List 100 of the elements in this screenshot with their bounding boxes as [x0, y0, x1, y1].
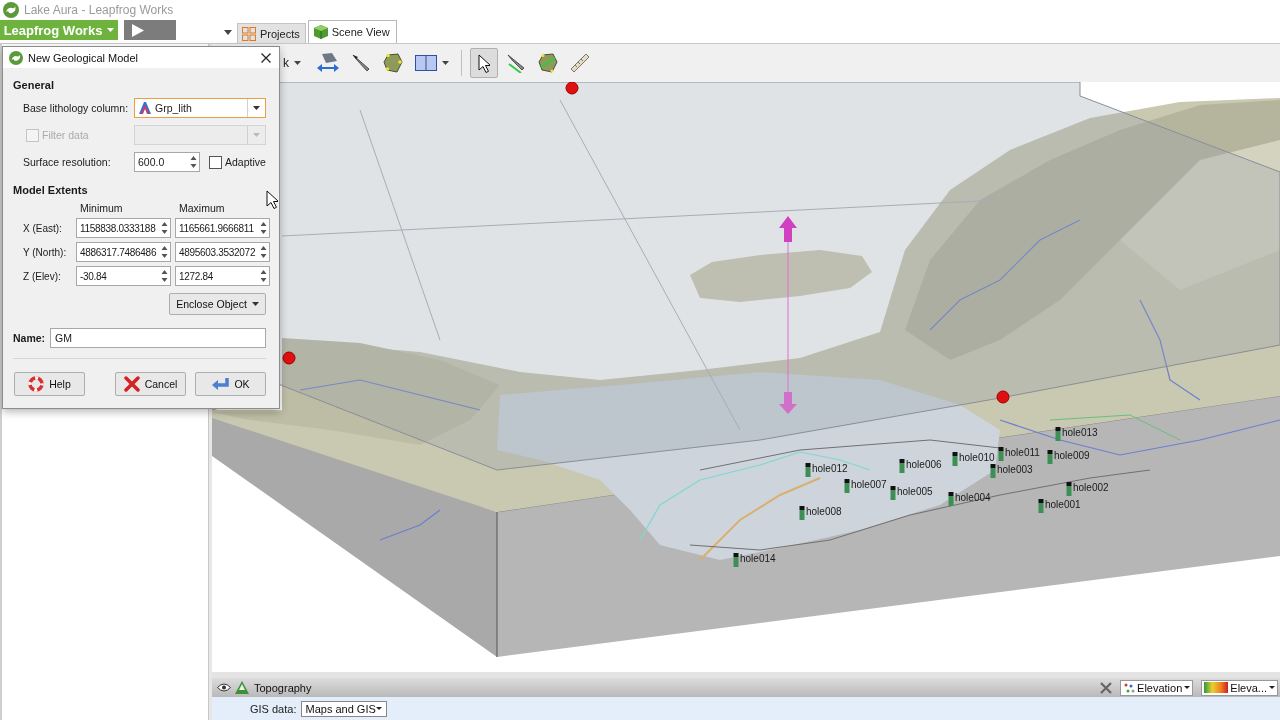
polygon-line-icon	[538, 53, 558, 73]
sphere-handle-icon[interactable]	[282, 351, 296, 365]
drillhole-label: hole006	[906, 459, 942, 470]
lithology-icon	[138, 101, 152, 115]
drillhole-icon	[899, 459, 905, 473]
drillhole-label: hole010	[959, 452, 995, 463]
drillhole-label: hole009	[1054, 450, 1090, 461]
return-arrow-icon	[211, 376, 230, 392]
drillhole-label: hole001	[1045, 499, 1081, 510]
tab[interactable]: Projects	[237, 23, 306, 43]
drillhole-icon	[1066, 482, 1072, 496]
drillhole-label: hole002	[1073, 482, 1109, 493]
display-dropdown[interactable]: Elevation	[1120, 679, 1194, 696]
caret-icon	[294, 61, 301, 65]
field-label: Z (Elev):	[23, 270, 62, 282]
drillhole-label: hole008	[806, 506, 842, 517]
caret-icon	[253, 133, 260, 137]
caret-icon	[251, 302, 259, 306]
drillhole-icon	[890, 486, 896, 500]
ruler-icon	[570, 53, 590, 73]
number-field[interactable]: 1158838.0333188	[76, 218, 171, 238]
layer-name: Topography	[254, 681, 312, 694]
tab[interactable]: Scene View	[307, 20, 397, 43]
drillhole-label: hole007	[851, 479, 887, 490]
section-heading: Model Extents	[13, 183, 89, 197]
drillhole-label: hole011	[1005, 447, 1040, 458]
drillhole-icon	[1055, 427, 1061, 441]
caret-icon	[107, 28, 115, 32]
dialog-button[interactable]: Help	[14, 372, 85, 396]
view-menu-button[interactable]: k	[281, 51, 303, 75]
play-icon	[132, 23, 144, 37]
close-icon[interactable]	[261, 52, 271, 63]
column-header: Maximum	[178, 202, 226, 214]
field-label: X (East):	[23, 222, 63, 234]
number-field[interactable]: -30.84	[76, 266, 171, 286]
section-heading: General	[13, 78, 55, 92]
enclose-object-button[interactable]: Enclose Object	[169, 293, 266, 315]
mountain-icon	[235, 681, 249, 694]
drillhole-label: hole012	[812, 463, 848, 474]
caret-icon	[253, 106, 260, 110]
split-view-icon	[415, 55, 437, 71]
checkbox-label: Adaptive	[225, 156, 266, 168]
tool-button[interactable]	[470, 48, 498, 78]
lithology-column-dropdown[interactable]: Grp_lith	[134, 98, 266, 118]
gis-data-label: GIS data:	[250, 702, 297, 715]
drillhole-icon	[990, 464, 996, 478]
field-label: Surface resolution:	[23, 156, 112, 168]
column-header: Minimum	[79, 202, 124, 214]
spin-arrows-icon[interactable]	[161, 268, 168, 284]
drillhole-icon	[1038, 499, 1044, 513]
eye-icon[interactable]	[217, 683, 231, 692]
name-field[interactable]: GM	[50, 328, 266, 348]
knife-icon	[351, 53, 371, 73]
caret-icon	[376, 707, 383, 710]
spin-arrows-icon[interactable]	[260, 244, 267, 260]
river-line	[379, 509, 441, 541]
color-ramp-icon	[1204, 682, 1229, 693]
grid-icon	[242, 26, 256, 41]
drillhole-icon	[805, 463, 811, 477]
slice-arrows-icon	[317, 53, 339, 73]
sphere-handle-icon[interactable]	[996, 390, 1010, 404]
spin-arrows-icon[interactable]	[161, 220, 168, 236]
drillhole-icon	[799, 506, 805, 520]
sphere-handle-icon[interactable]	[565, 82, 579, 95]
cube-icon	[313, 25, 328, 39]
caret-icon	[1184, 686, 1191, 689]
colormap-dropdown[interactable]: Eleva...	[1201, 679, 1278, 696]
number-field[interactable]: 4886317.7486486	[76, 242, 171, 262]
drillhole-label: hole003	[997, 464, 1033, 475]
window-title: Lake Aura - Leapfrog Works	[24, 3, 174, 17]
spin-arrows-icon[interactable]	[260, 268, 267, 284]
caret-icon[interactable]	[224, 30, 232, 35]
dialog-button[interactable]: Cancel	[115, 372, 186, 396]
dialog-button[interactable]: OK	[195, 372, 266, 396]
polygon-icon	[383, 53, 403, 73]
gis-data-select[interactable]: Maps and GIS	[301, 700, 388, 717]
checkbox-label: Filter data	[42, 129, 89, 141]
drillhole-icon	[733, 553, 739, 567]
spin-arrows-icon[interactable]	[260, 220, 267, 236]
drillhole-icon	[952, 452, 958, 466]
drillhole-label: hole005	[897, 486, 933, 497]
adaptive-checkbox[interactable]	[209, 155, 222, 169]
resolution-field[interactable]: 600.0	[134, 152, 200, 172]
height-arrow-handle[interactable]	[779, 216, 797, 414]
mouse-cursor-icon	[266, 190, 278, 209]
number-field[interactable]: 4895603.3532072	[175, 242, 270, 262]
points-icon	[1123, 681, 1136, 694]
field-label: Y (North):	[23, 246, 68, 258]
number-field[interactable]: 1272.84	[175, 266, 270, 286]
caret-icon	[1269, 686, 1275, 689]
spin-arrows-icon[interactable]	[161, 244, 168, 260]
play-button[interactable]	[124, 20, 176, 40]
drillhole-icon	[844, 479, 850, 493]
drillhole-icon	[998, 447, 1004, 461]
knife-line-icon	[506, 53, 526, 73]
drillhole-icon	[1047, 450, 1053, 464]
spin-arrows-icon[interactable]	[190, 154, 197, 170]
number-field[interactable]: 1165661.9666811	[175, 218, 270, 238]
cross-icon	[123, 376, 140, 392]
app-logo-icon	[9, 50, 23, 65]
